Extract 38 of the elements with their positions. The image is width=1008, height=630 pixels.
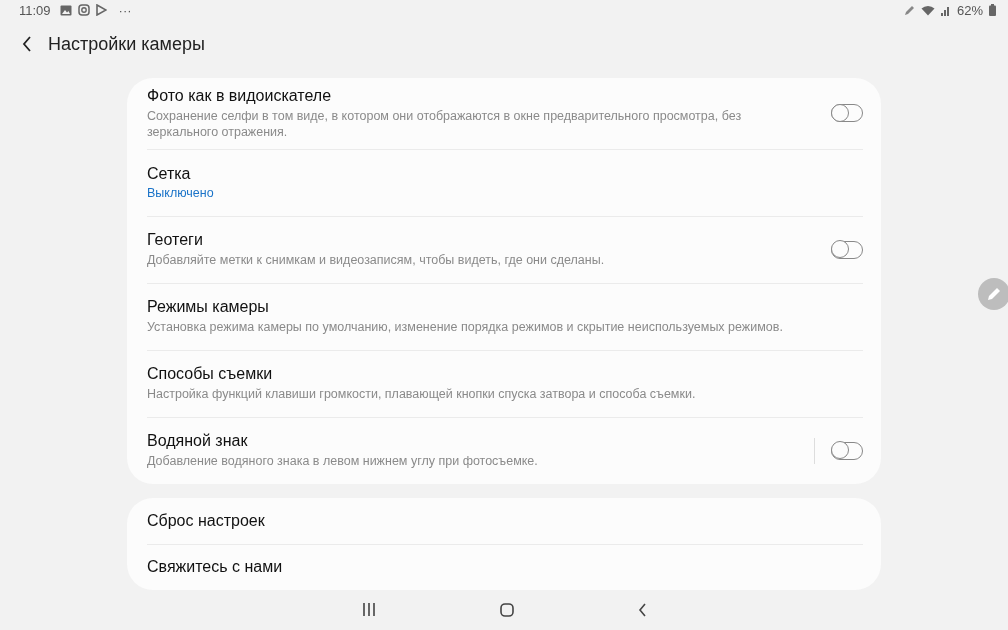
- item-description: Добавление водяного знака в левом нижнем углу при фотосъемке.: [147, 453, 539, 470]
- back-icon: [22, 36, 32, 53]
- wifi-icon: [920, 4, 935, 16]
- settings-item[interactable]: Водяной знак Добавление водяного знака в левом нижнем углу при фотосъемке.: [147, 416, 863, 484]
- play-icon: [95, 4, 107, 17]
- status-time: 11:09: [19, 2, 51, 18]
- item-description: Сохранение селфи в том виде, в котором они отображаются в окне предварительного просмотра, без зеркального отражения.: [147, 107, 743, 140]
- back-icon[interactable]: [637, 602, 647, 617]
- settings-item[interactable]: Сброс настроек: [147, 497, 863, 544]
- settings-item[interactable]: Свяжитесь с нами: [147, 543, 863, 590]
- item-title: Геотеги: [147, 231, 204, 250]
- item-title: Фото как в видоискателе: [147, 86, 333, 105]
- battery-icon: [989, 4, 996, 17]
- instagram-icon: [77, 4, 90, 17]
- home-icon[interactable]: [499, 602, 514, 617]
- item-description: Настройка функций клавиши громкости, плавающей кнопки спуска затвора и способа съемки.: [147, 386, 697, 403]
- settings-item[interactable]: Сетка Выключено: [147, 148, 863, 216]
- pencil-icon: [986, 286, 1002, 302]
- item-title: Свяжитесь с нами: [147, 558, 284, 577]
- item-title: Сетка: [147, 165, 192, 184]
- item-description: Установка режима камеры по умолчанию, изменение порядка режимов и скрытие неиспользуемых режимов.: [147, 319, 784, 336]
- item-title: Водяной знак: [147, 432, 249, 451]
- settings-item[interactable]: Способы съемки Настройка функций клавиши громкости, плавающей кнопки спуска затвора и способа съемки.: [147, 349, 863, 417]
- more-notifications: ···: [118, 2, 132, 18]
- battery-percent: 62%: [956, 2, 983, 18]
- signal-icon: [940, 4, 951, 16]
- settings-item[interactable]: Фото как в видоискателе Сохранение селфи в том виде, в котором они отображаются в окне предварительного просмотра, без зеркального отражения.: [147, 77, 863, 149]
- item-title: Способы съемки: [147, 365, 274, 384]
- item-value: Выключено: [147, 186, 215, 201]
- settings-item[interactable]: Геотеги Добавляйте метки к снимкам и видеозаписям, чтобы видеть, где они сделаны.: [147, 215, 863, 283]
- item-title: Сброс настроек: [147, 511, 266, 530]
- item-title: Режимы камеры: [147, 298, 270, 317]
- image-icon: [59, 4, 72, 16]
- page-title: Настройки камеры: [48, 33, 205, 55]
- item-description: Добавляйте метки к снимкам и видеозаписям, чтобы видеть, где они сделаны.: [147, 252, 606, 269]
- pen-icon: [903, 4, 915, 16]
- recent-apps-icon[interactable]: [361, 603, 376, 617]
- settings-item[interactable]: Режимы камеры Установка режима камеры по умолчанию, изменение порядка режимов и скрытие неиспользуемых режимов.: [147, 282, 863, 350]
